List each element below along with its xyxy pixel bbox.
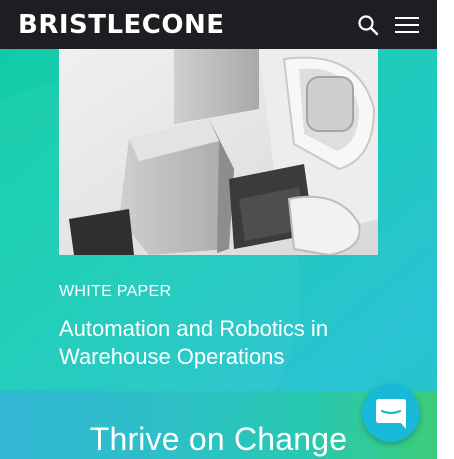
search-icon	[358, 15, 379, 36]
content-type-label: WHITE PAPER	[59, 283, 172, 300]
site-header: BRISTLECONE	[0, 0, 437, 49]
brand-logo[interactable]: BRISTLECONE	[18, 8, 225, 42]
hamburger-menu-icon	[395, 17, 419, 33]
page-scrollbar[interactable]	[437, 0, 454, 459]
article-title[interactable]: Automation and Robotics in Warehouse Ope…	[59, 315, 379, 371]
menu-button[interactable]	[395, 16, 421, 34]
chat-button[interactable]	[362, 384, 420, 442]
chat-bubble-icon	[376, 399, 406, 429]
hero-image[interactable]	[59, 49, 378, 255]
search-button[interactable]	[357, 14, 379, 36]
robot-arm-image	[59, 49, 378, 255]
